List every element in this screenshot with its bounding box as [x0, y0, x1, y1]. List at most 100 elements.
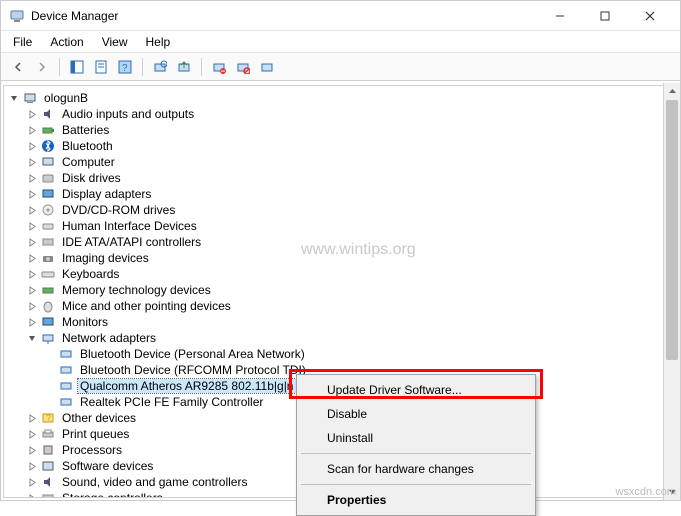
- tree-keyboards[interactable]: Keyboards: [24, 266, 675, 282]
- menu-file[interactable]: File: [5, 33, 40, 51]
- menu-help[interactable]: Help: [138, 33, 179, 51]
- expander-closed-icon[interactable]: [26, 492, 38, 498]
- tree-net-bt-pan[interactable]: Bluetooth Device (Personal Area Network): [42, 346, 675, 362]
- no-expander: [44, 396, 56, 408]
- expander-closed-icon[interactable]: [26, 428, 38, 440]
- update-driver-icon[interactable]: [173, 56, 195, 78]
- minimize-button[interactable]: [537, 1, 582, 30]
- expander-closed-icon[interactable]: [26, 316, 38, 328]
- context-separator: [301, 484, 531, 485]
- close-button[interactable]: [627, 1, 672, 30]
- context-disable[interactable]: Disable: [299, 402, 533, 426]
- expander-closed-icon[interactable]: [26, 204, 38, 216]
- tree-root[interactable]: ologunB: [6, 90, 675, 106]
- expander-closed-icon[interactable]: [26, 108, 38, 120]
- tree-audio[interactable]: Audio inputs and outputs: [24, 106, 675, 122]
- context-scan-hardware[interactable]: Scan for hardware changes: [299, 457, 533, 481]
- maximize-button[interactable]: [582, 1, 627, 30]
- device-manager-icon: [9, 8, 25, 24]
- expander-open-icon[interactable]: [8, 92, 20, 104]
- expander-closed-icon[interactable]: [26, 140, 38, 152]
- svg-text:?: ?: [46, 413, 51, 423]
- tree-batteries[interactable]: Batteries: [24, 122, 675, 138]
- tree-label: Realtek PCIe FE Family Controller: [78, 395, 265, 409]
- forward-button[interactable]: [31, 56, 53, 78]
- toolbar: ?: [1, 53, 680, 81]
- expander-closed-icon[interactable]: [26, 124, 38, 136]
- no-expander: [44, 348, 56, 360]
- expander-open-icon[interactable]: [26, 332, 38, 344]
- tree-monitors[interactable]: Monitors: [24, 314, 675, 330]
- context-properties[interactable]: Properties: [299, 488, 533, 512]
- expander-closed-icon[interactable]: [26, 284, 38, 296]
- expander-closed-icon[interactable]: [26, 172, 38, 184]
- context-menu: Update Driver Software... Disable Uninst…: [296, 374, 536, 516]
- disable-icon[interactable]: [232, 56, 254, 78]
- tree-imaging[interactable]: Imaging devices: [24, 250, 675, 266]
- expander-closed-icon[interactable]: [26, 156, 38, 168]
- sound-icon: [40, 474, 56, 490]
- context-uninstall[interactable]: Uninstall: [299, 426, 533, 450]
- expander-closed-icon[interactable]: [26, 460, 38, 472]
- show-hide-console-tree-icon[interactable]: [66, 56, 88, 78]
- tree-hid[interactable]: Human Interface Devices: [24, 218, 675, 234]
- tree-label: Bluetooth Device (Personal Area Network): [78, 347, 307, 361]
- expander-closed-icon[interactable]: [26, 236, 38, 248]
- tree-label: Network adapters: [60, 331, 158, 345]
- tree-ideata[interactable]: IDE ATA/ATAPI controllers: [24, 234, 675, 250]
- expander-closed-icon[interactable]: [26, 300, 38, 312]
- tree-label: Other devices: [60, 411, 138, 425]
- expander-closed-icon[interactable]: [26, 252, 38, 264]
- tree-label: Processors: [60, 443, 124, 457]
- menubar: File Action View Help: [1, 31, 680, 53]
- expander-closed-icon[interactable]: [26, 220, 38, 232]
- enable-icon[interactable]: [256, 56, 278, 78]
- expander-closed-icon[interactable]: [26, 188, 38, 200]
- network-adapter-icon: [58, 378, 74, 394]
- scroll-thumb[interactable]: [666, 100, 678, 360]
- tree-root-label: ologunB: [42, 91, 90, 105]
- expander-closed-icon[interactable]: [26, 444, 38, 456]
- tree-diskdrives[interactable]: Disk drives: [24, 170, 675, 186]
- network-adapter-icon: [58, 394, 74, 410]
- uninstall-icon[interactable]: [208, 56, 230, 78]
- tree-dvdcdrom[interactable]: DVD/CD-ROM drives: [24, 202, 675, 218]
- tree-bluetooth[interactable]: Bluetooth: [24, 138, 675, 154]
- back-button[interactable]: [7, 56, 29, 78]
- other-icon: ?: [40, 410, 56, 426]
- expander-closed-icon[interactable]: [26, 268, 38, 280]
- tree-label: Audio inputs and outputs: [60, 107, 196, 121]
- titlebar: Device Manager: [1, 1, 680, 31]
- tree-label: Disk drives: [60, 171, 123, 185]
- network-icon: [40, 330, 56, 346]
- scroll-up-icon[interactable]: [664, 83, 680, 100]
- context-update-driver[interactable]: Update Driver Software...: [299, 378, 533, 402]
- audio-icon: [40, 106, 56, 122]
- vertical-scrollbar[interactable]: [663, 83, 680, 500]
- monitor-icon: [40, 314, 56, 330]
- tree-label: Print queues: [60, 427, 131, 441]
- menu-view[interactable]: View: [94, 33, 136, 51]
- expander-closed-icon[interactable]: [26, 412, 38, 424]
- properties-icon[interactable]: [90, 56, 112, 78]
- menu-action[interactable]: Action: [42, 33, 91, 51]
- tree-network-adapters[interactable]: Network adapters: [24, 330, 675, 346]
- scan-hardware-icon[interactable]: [149, 56, 171, 78]
- mouse-icon: [40, 298, 56, 314]
- tree-label: Bluetooth Device (RFCOMM Protocol TDI): [78, 363, 308, 377]
- tree-computer[interactable]: Computer: [24, 154, 675, 170]
- software-icon: [40, 458, 56, 474]
- network-adapter-icon: [58, 362, 74, 378]
- tree-displayadapters[interactable]: Display adapters: [24, 186, 675, 202]
- tree-memorytech[interactable]: Memory technology devices: [24, 282, 675, 298]
- help-icon[interactable]: ?: [114, 56, 136, 78]
- disk-icon: [40, 170, 56, 186]
- tree-label: Computer: [60, 155, 117, 169]
- cpu-icon: [40, 442, 56, 458]
- expander-closed-icon[interactable]: [26, 476, 38, 488]
- tree-label: Bluetooth: [60, 139, 115, 153]
- bluetooth-icon: [40, 138, 56, 154]
- tree-label: Mice and other pointing devices: [60, 299, 233, 313]
- tree-label: Sound, video and game controllers: [60, 475, 249, 489]
- tree-mice[interactable]: Mice and other pointing devices: [24, 298, 675, 314]
